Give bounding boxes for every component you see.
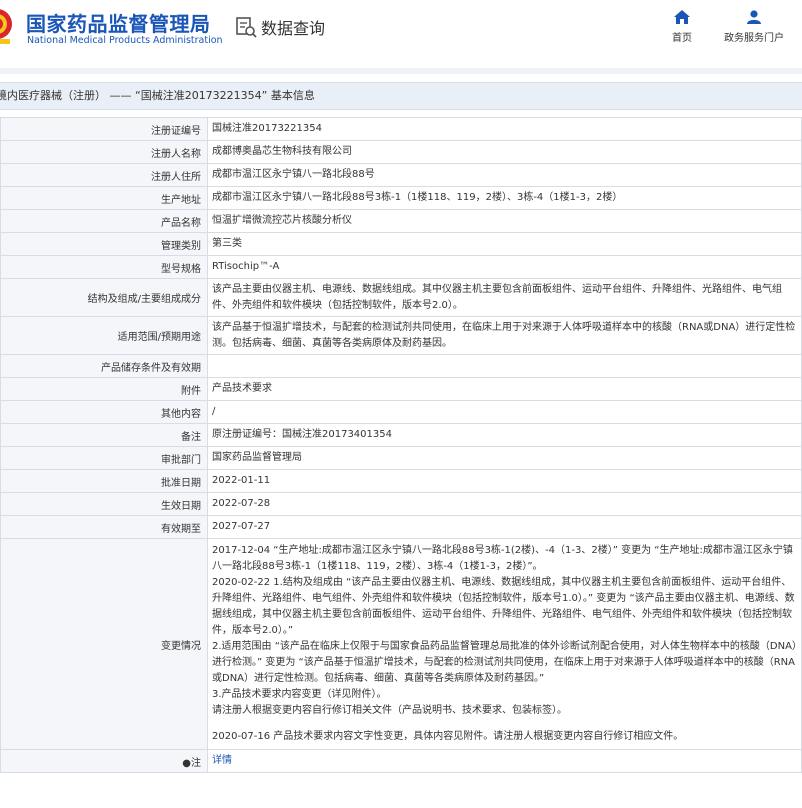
row-label: 批准日期 xyxy=(0,469,208,493)
row-value: 产品技术要求 xyxy=(207,377,802,401)
row-label: 产品储存条件及有效期 xyxy=(0,354,208,378)
nav-home-label: 首页 xyxy=(672,33,692,44)
table-row: 产品名称 恒温扩增微流控芯片核酸分析仪 xyxy=(0,209,802,233)
table-row: 批准日期 2022-01-11 xyxy=(0,469,802,493)
table-row: 产品储存条件及有效期 xyxy=(0,354,802,378)
table-row: 附件 产品技术要求 xyxy=(0,377,802,401)
table-row-note: ●注 详情 xyxy=(0,749,802,773)
change-entry: 2020-02-22 1.结构及组成由 “该产品主要由仪器主机、电源线、数据线组… xyxy=(212,577,795,636)
row-label: 有效期至 xyxy=(0,515,208,539)
change-entry: 请注册人根据变更内容自行修订相关文件（产品说明书、技术要求、包装标签）。 xyxy=(212,705,567,716)
note-bullet-icon: ● xyxy=(182,757,191,769)
breadcrumb-text: 境内医疗器械（注册） —— “国械注准20173221354” 基本信息 xyxy=(0,89,315,102)
row-value: 国械注准20173221354 xyxy=(207,117,802,141)
note-label: 注 xyxy=(191,757,201,769)
row-label: 变更情况 xyxy=(0,538,208,750)
row-value: 2027-07-27 xyxy=(207,515,802,539)
table-row: 其他内容 / xyxy=(0,400,802,424)
table-row: 审批部门 国家药品监督管理局 xyxy=(0,446,802,470)
user-icon xyxy=(747,10,761,24)
change-spacer xyxy=(212,719,797,729)
table-row: 有效期至 2027-07-27 xyxy=(0,515,802,539)
row-label: 注册人名称 xyxy=(0,140,208,164)
nav-portal-link[interactable]: 政务服务门户 xyxy=(718,10,790,44)
change-entry: 3.产品技术要求内容变更（详见附件）。 xyxy=(212,689,387,700)
row-value: 成都市温江区永宁镇八一路北段88号 xyxy=(207,163,802,187)
row-value: 原注册证编号：国械注准20173401354 xyxy=(207,423,802,447)
row-value: RTisochip™-A xyxy=(207,255,802,279)
table-row: 型号规格 RTisochip™-A xyxy=(0,255,802,279)
table-row: 注册证编号 国械注准20173221354 xyxy=(0,117,802,141)
row-label: 生产地址 xyxy=(0,186,208,210)
nav-portal-label: 政务服务门户 xyxy=(724,33,784,44)
row-value: 国家药品监督管理局 xyxy=(207,446,802,470)
change-entry: 2.适用范围由 “该产品在临床上仅限于与国家食品药品监督管理总局批准的体外诊断试… xyxy=(212,641,797,684)
change-entry: 2020-07-16 产品技术要求内容文字性变更，具体内容见附件。请注册人根据变… xyxy=(212,731,684,742)
breadcrumb: 境内医疗器械（注册） —— “国械注准20173221354” 基本信息 xyxy=(0,82,802,110)
query-title: 数据查询 xyxy=(261,19,326,38)
change-entry: 2017-12-04 “生产地址:成都市温江区永宁镇八一路北段88号3栋-1(2… xyxy=(212,545,793,572)
table-row: 备注 原注册证编号：国械注准20173401354 xyxy=(0,423,802,447)
row-value: 2022-01-11 xyxy=(207,469,802,493)
table-row: 适用范围/预期用途 该产品基于恒温扩增技术，与配套的检测试剂共同使用，在临床上用… xyxy=(0,316,802,355)
table-row: 生产地址 成都市温江区永宁镇八一路北段88号3栋-1（1楼118、119，2楼）… xyxy=(0,186,802,210)
table-row: 注册人住所 成都市温江区永宁镇八一路北段88号 xyxy=(0,163,802,187)
site-subtitle: National Medical Products Administration xyxy=(27,35,223,46)
row-label: 型号规格 xyxy=(0,255,208,279)
change-history-value: 2017-12-04 “生产地址:成都市温江区永宁镇八一路北段88号3栋-1(2… xyxy=(207,538,802,750)
details-link[interactable]: 详情 xyxy=(212,755,232,766)
row-label: 结构及组成/主要组成成分 xyxy=(0,278,208,317)
row-label: 审批部门 xyxy=(0,446,208,470)
site-title[interactable]: 国家药品监督管理局 xyxy=(26,8,211,37)
row-label: 注册人住所 xyxy=(0,163,208,187)
row-value: 该产品基于恒温扩增技术，与配套的检测试剂共同使用，在临床上用于对来源于人体呼吸道… xyxy=(207,316,802,355)
row-value: 2022-07-28 xyxy=(207,492,802,516)
row-label: 产品名称 xyxy=(0,209,208,233)
table-row: 管理类别 第三类 xyxy=(0,232,802,256)
row-label: 注册证编号 xyxy=(0,117,208,141)
row-label: 适用范围/预期用途 xyxy=(0,316,208,355)
row-label: 附件 xyxy=(0,377,208,401)
row-value: 恒温扩增微流控芯片核酸分析仪 xyxy=(207,209,802,233)
table-row: 注册人名称 成都博奥晶芯生物科技有限公司 xyxy=(0,140,802,164)
data-query-heading: 数据查询 xyxy=(235,14,325,40)
row-label: 其他内容 xyxy=(0,400,208,424)
row-value: 成都市温江区永宁镇八一路北段88号3栋-1（1楼118、119，2楼）、3栋-4… xyxy=(207,186,802,210)
row-value: 第三类 xyxy=(207,232,802,256)
device-detail-table: 注册证编号 国械注准20173221354 注册人名称 成都博奥晶芯生物科技有限… xyxy=(0,117,802,773)
row-label: 备注 xyxy=(0,423,208,447)
site-header: 国家药品监督管理局 National Medical Products Admi… xyxy=(0,0,802,68)
table-row: 生效日期 2022-07-28 xyxy=(0,492,802,516)
home-icon xyxy=(674,10,690,24)
national-emblem-icon xyxy=(0,9,12,44)
row-value: 成都博奥晶芯生物科技有限公司 xyxy=(207,140,802,164)
row-label: 管理类别 xyxy=(0,232,208,256)
row-value: 该产品主要由仪器主机、电源线、数据线组成。其中仪器主机主要包含前面板组件、运动平… xyxy=(207,278,802,317)
row-value: 详情 xyxy=(207,749,802,773)
row-value xyxy=(207,354,802,378)
header-divider xyxy=(0,68,802,74)
data-search-icon xyxy=(236,17,257,38)
row-label: ●注 xyxy=(0,749,208,773)
row-value: / xyxy=(207,400,802,424)
nav-home-link[interactable]: 首页 xyxy=(662,10,702,44)
table-row: 结构及组成/主要组成成分 该产品主要由仪器主机、电源线、数据线组成。其中仪器主机… xyxy=(0,278,802,317)
row-label: 生效日期 xyxy=(0,492,208,516)
table-row-change-history: 变更情况 2017-12-04 “生产地址:成都市温江区永宁镇八一路北段88号3… xyxy=(0,538,802,750)
